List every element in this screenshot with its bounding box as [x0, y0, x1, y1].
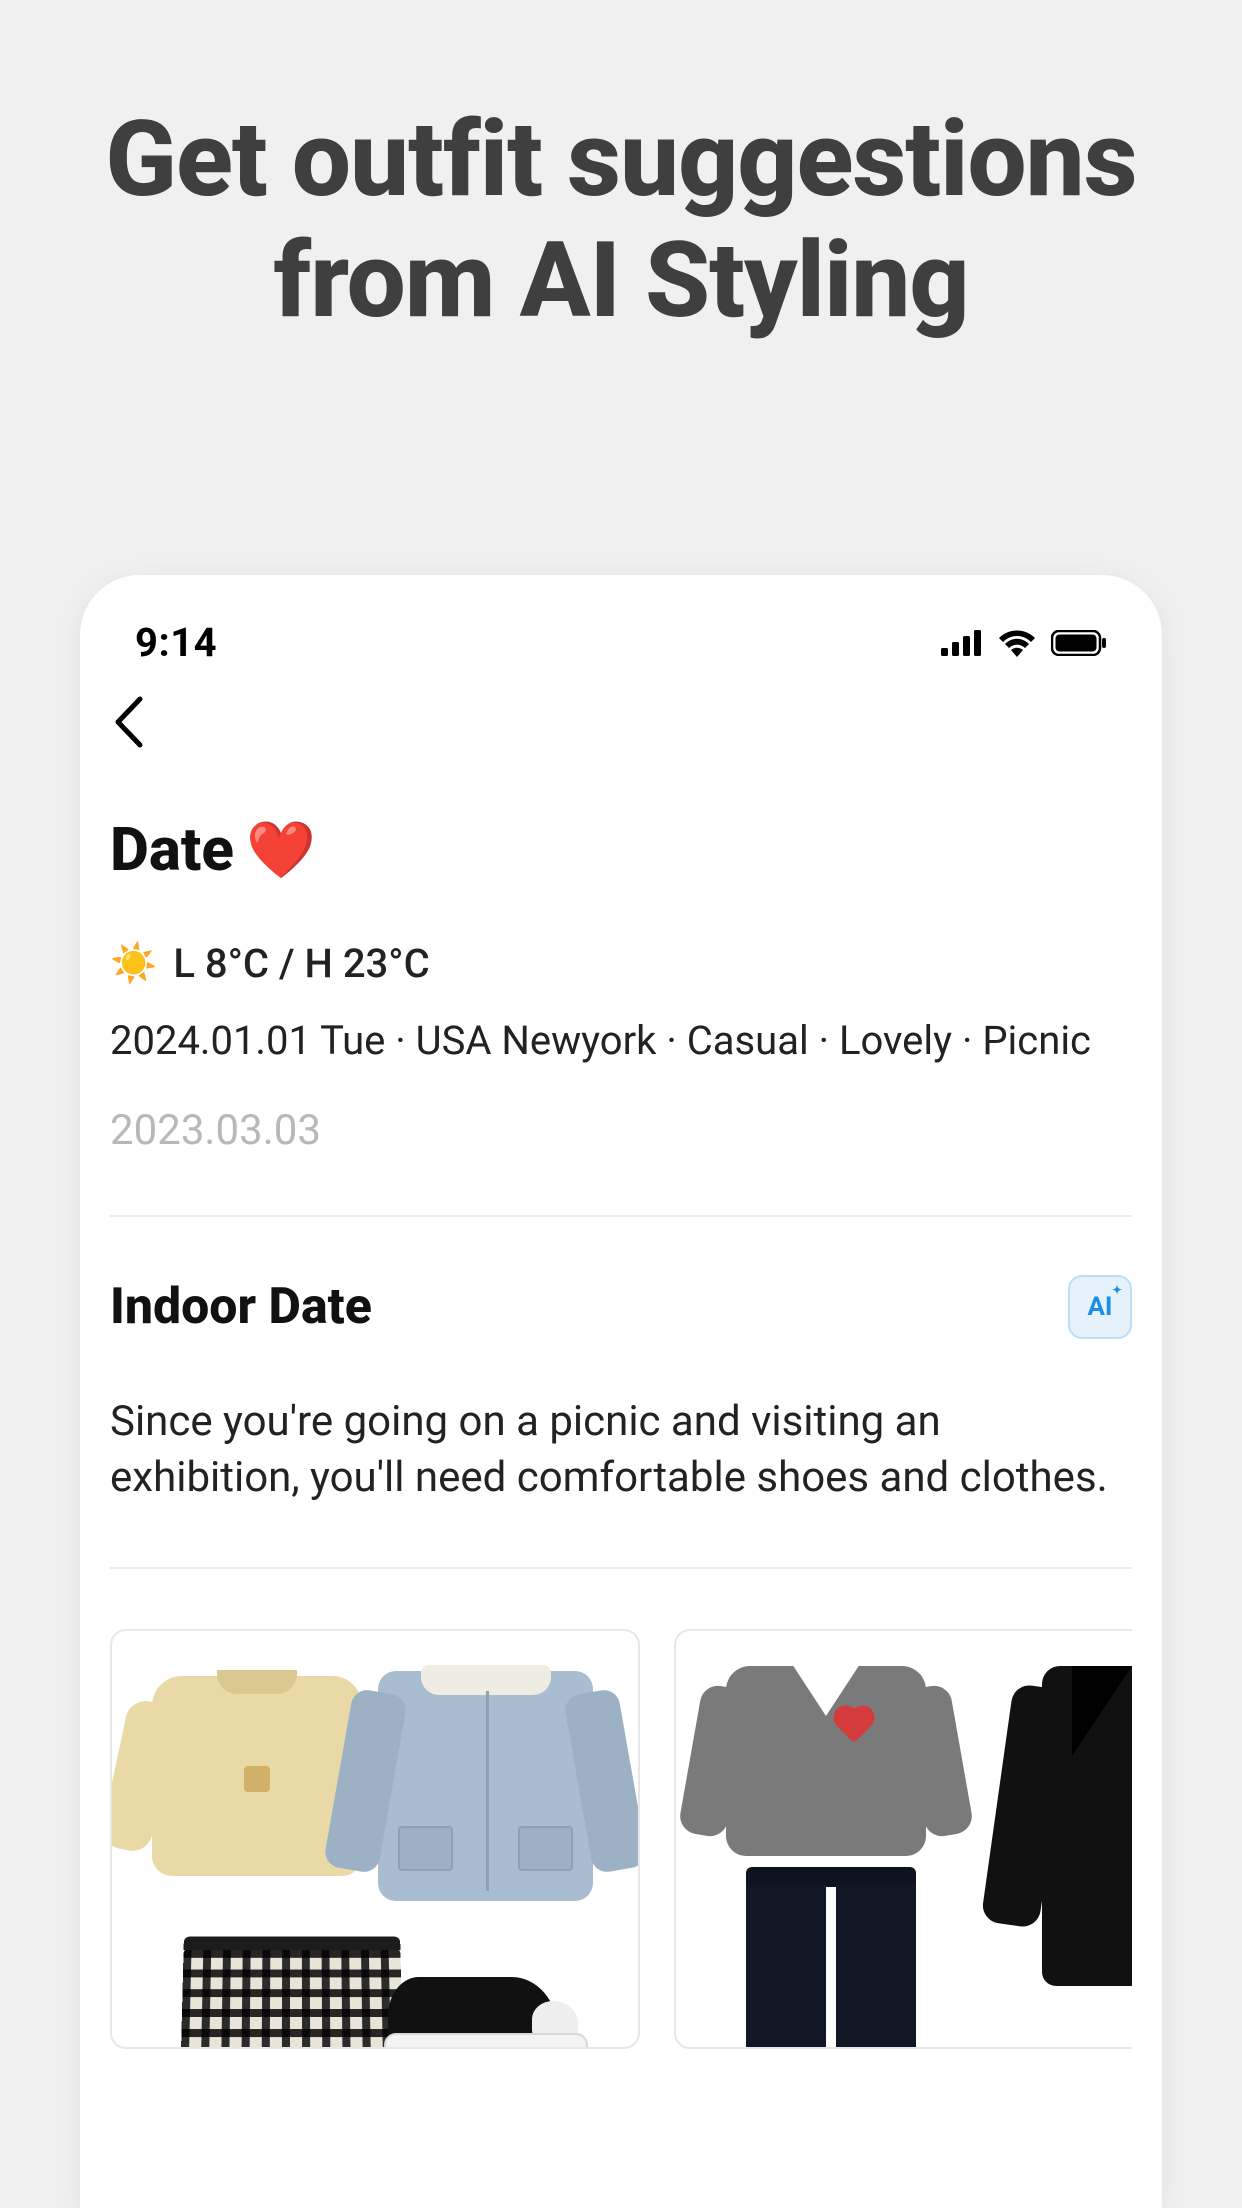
status-bar: 9:14 — [80, 575, 1162, 670]
created-date: 2023.03.03 — [110, 1106, 1132, 1155]
battery-icon — [1051, 630, 1107, 656]
plaid-skirt-icon — [180, 1948, 403, 2049]
meta-tags: 2024.01.01 Tue · USA Newyork · Casual · … — [110, 1015, 1132, 1068]
hero-title: Get outfit suggestions from AI Styling — [0, 0, 1242, 342]
cellular-signal-icon — [941, 630, 983, 656]
heart-icon: ❤️ — [246, 822, 316, 878]
outfit-cards-row — [110, 1569, 1132, 2049]
status-icons — [941, 629, 1107, 657]
section-title: Indoor Date — [110, 1278, 372, 1336]
outfit-card[interactable] — [674, 1629, 1132, 2049]
denim-jacket-icon — [378, 1671, 593, 1901]
status-time: 9:14 — [135, 619, 217, 666]
section-header: Indoor Date AI ✦ — [110, 1217, 1132, 1339]
section-body: Since you're going on a picnic and visit… — [110, 1394, 1132, 1507]
wifi-icon — [997, 629, 1037, 657]
hero-line-1: Get outfit suggestions — [105, 98, 1136, 221]
trousers-icon — [746, 1867, 916, 2049]
coat-icon — [1042, 1666, 1132, 1986]
nav-bar — [80, 670, 1162, 769]
sparkle-icon: ✦ — [1112, 1283, 1122, 1297]
content: Date ❤️ ☀️ L 8°C / H 23°C 2024.01.01 Tue… — [80, 769, 1162, 2049]
back-button[interactable] — [110, 695, 1132, 749]
weather-row: ☀️ L 8°C / H 23°C — [110, 940, 1132, 987]
weather-text: L 8°C / H 23°C — [173, 940, 429, 987]
cardigan-icon — [726, 1666, 926, 1856]
phone-frame: 9:14 — [80, 575, 1162, 2208]
page-title-text: Date — [110, 814, 234, 885]
ai-badge-label: AI — [1087, 1292, 1112, 1322]
hero-line-2: from AI Styling — [273, 219, 968, 342]
sun-icon: ☀️ — [110, 945, 157, 983]
ai-badge-button[interactable]: AI ✦ — [1068, 1275, 1132, 1339]
sneaker-icon — [388, 1967, 588, 2049]
outfit-card[interactable] — [110, 1629, 640, 2049]
page-title: Date ❤️ — [110, 814, 1132, 885]
